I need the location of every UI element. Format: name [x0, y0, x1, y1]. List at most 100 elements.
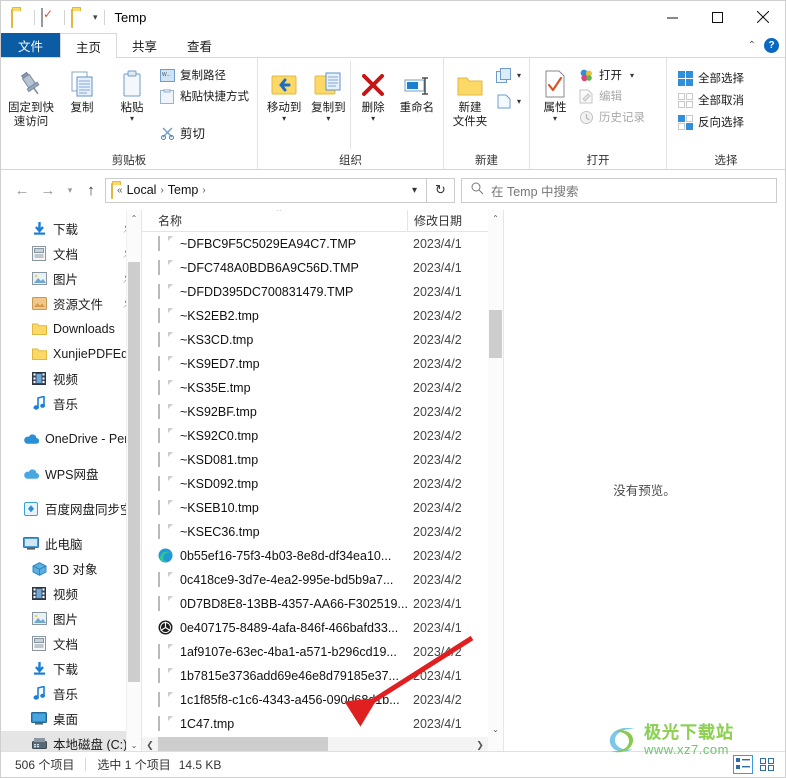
file-name-cell[interactable]: ~KS9ED7.tmp — [142, 356, 407, 372]
sidebar-item--[interactable]: 文档📌 — [1, 241, 141, 266]
table-row[interactable]: ~KS9ED7.tmp 2023/4/2 — [142, 352, 503, 376]
tab-share[interactable]: 共享 — [117, 33, 172, 57]
select-none-button[interactable]: 全部取消 — [675, 91, 748, 109]
select-all-button[interactable]: 全部选择 — [675, 69, 748, 87]
table-row[interactable]: ~DFBC9F5C5029EA94C7.TMP 2023/4/1 — [142, 232, 503, 256]
recent-locations-icon[interactable]: ▾ — [61, 176, 79, 204]
breadcrumb-overflow[interactable]: « — [117, 185, 123, 196]
sidebar-item--[interactable]: 图片 — [1, 606, 141, 631]
file-name-cell[interactable]: ~DFDD395DC700831479.TMP — [142, 284, 407, 300]
table-row[interactable]: ~KS2EB2.tmp 2023/4/2 — [142, 304, 503, 328]
rename-button[interactable]: 重命名 — [395, 61, 439, 115]
up-icon[interactable]: ↑ — [79, 176, 103, 204]
details-view-icon[interactable] — [733, 755, 753, 774]
properties-button[interactable]: 属性 ▾ — [534, 61, 576, 123]
forward-icon[interactable]: → — [35, 176, 61, 204]
tab-view[interactable]: 查看 — [172, 33, 227, 57]
chevron-down-icon[interactable]: ▾ — [130, 115, 134, 123]
tab-file[interactable]: 文件 — [1, 33, 61, 57]
sidebar-item--[interactable]: 资源文件📌 — [1, 291, 141, 316]
sidebar-item--[interactable]: 视频 — [1, 366, 141, 391]
table-row[interactable]: 1af9107e-63ec-4ba1-a571-b296cd19... 2023/… — [142, 640, 503, 664]
file-name-cell[interactable]: ~DFC748A0BDB6A9C56D.TMP — [142, 260, 407, 276]
table-row[interactable]: 0e407175-8489-4afa-846f-466bafd33... 2023… — [142, 616, 503, 640]
invert-selection-button[interactable]: 反向选择 — [675, 113, 748, 131]
column-name[interactable]: ⌃ 名称 — [142, 210, 407, 229]
breadcrumb-local[interactable]: Local — [127, 183, 157, 197]
back-icon[interactable]: ← — [9, 176, 35, 204]
sidebar-item--c-[interactable]: 本地磁盘 (C:) — [1, 731, 141, 753]
chevron-down-icon[interactable]: ▾ — [517, 97, 521, 105]
sidebar-item-downloads[interactable]: Downloads — [1, 316, 141, 341]
chevron-right-icon[interactable]: › — [202, 185, 205, 196]
navigation-scrollbar[interactable]: ⌃ ⌄ — [126, 210, 141, 753]
sidebar-item--[interactable]: 桌面 — [1, 706, 141, 731]
file-list-vscrollbar[interactable]: ⌃ ⌄ — [488, 210, 503, 753]
table-row[interactable]: ~KS92C0.tmp 2023/4/2 — [142, 424, 503, 448]
delete-button[interactable]: 删除 ▾ — [350, 61, 394, 149]
file-name-cell[interactable]: 0e407175-8489-4afa-846f-466bafd33... — [142, 620, 407, 636]
paste-button[interactable]: 粘贴 ▾ — [107, 61, 157, 123]
paste-shortcut-button[interactable]: 粘贴快捷方式 — [157, 87, 253, 105]
sidebar-item--[interactable]: 此电脑 — [1, 531, 141, 556]
sidebar-item--[interactable]: 百度网盘同步空间 — [1, 496, 141, 521]
file-name-cell[interactable]: 1b7815e3736add69e46e8d79185e37... — [142, 668, 407, 684]
file-name-cell[interactable]: ~KSEC36.tmp — [142, 524, 407, 540]
chevron-down-icon[interactable]: ▾ — [517, 71, 521, 79]
easy-access-button[interactable]: ▾ — [494, 92, 525, 110]
table-row[interactable]: 1b7815e3736add69e46e8d79185e37... 2023/4/… — [142, 664, 503, 688]
chevron-down-icon[interactable]: ▾ — [371, 115, 375, 123]
copy-button[interactable]: 复制 — [57, 61, 107, 115]
sidebar-item-3d-[interactable]: 3D 对象 — [1, 556, 141, 581]
table-row[interactable]: ~DFC748A0BDB6A9C56D.TMP 2023/4/1 — [142, 256, 503, 280]
table-row[interactable]: ~KSD092.tmp 2023/4/2 — [142, 472, 503, 496]
file-name-cell[interactable]: 1c1f85f8-c1c6-4343-a456-090d68d1b... — [142, 692, 407, 708]
chevron-down-icon[interactable]: ▾ — [93, 12, 98, 23]
sidebar-item--[interactable]: 下载 — [1, 656, 141, 681]
maximize-icon[interactable] — [695, 1, 740, 33]
file-name-cell[interactable]: 1af9107e-63ec-4ba1-a571-b296cd19... — [142, 644, 407, 660]
chevron-down-icon[interactable]: ▾ — [630, 71, 634, 79]
sidebar-item-wps-[interactable]: WPS网盘 — [1, 461, 141, 486]
file-name-cell[interactable]: ~KS2EB2.tmp — [142, 308, 407, 324]
file-name-cell[interactable]: ~DFBC9F5C5029EA94C7.TMP — [142, 236, 407, 252]
chevron-up-icon[interactable]: ⌃ — [748, 40, 756, 51]
chevron-down-icon[interactable]: ▾ — [553, 115, 557, 123]
table-row[interactable]: ~KSD081.tmp 2023/4/2 — [142, 448, 503, 472]
new-folder-button[interactable]: 新建 文件夹 — [448, 61, 492, 129]
pin-to-quick-access-button[interactable]: 固定到快 速访问 — [5, 61, 57, 129]
large-icons-view-icon[interactable] — [757, 755, 777, 774]
search-input[interactable]: 在 Temp 中搜索 — [461, 177, 777, 203]
sidebar-item--[interactable]: 下载📌 — [1, 216, 141, 241]
new-folder-icon[interactable] — [71, 8, 88, 28]
address-input[interactable]: « Local › Temp › ▾ — [105, 177, 427, 203]
sidebar-item--[interactable]: 音乐 — [1, 391, 141, 416]
chevron-up-icon[interactable]: ⌃ — [127, 210, 141, 226]
file-name-cell[interactable]: 0b55ef16-75f3-4b03-8e8d-df34ea10... — [142, 548, 407, 564]
sidebar-item-onedrive-pers[interactable]: OneDrive - Pers — [1, 426, 141, 451]
table-row[interactable]: 1C47.tmp 2023/4/1 — [142, 712, 503, 736]
sidebar-item--[interactable]: 视频 — [1, 581, 141, 606]
sidebar-item--[interactable]: 文档 — [1, 631, 141, 656]
table-row[interactable]: 0D7BD8E8-13BB-4357-AA66-F302519... 2023/4… — [142, 592, 503, 616]
file-name-cell[interactable]: ~KS92C0.tmp — [142, 428, 407, 444]
chevron-left-icon[interactable]: ❮ — [142, 740, 158, 751]
table-row[interactable]: ~KSEB10.tmp 2023/4/2 — [142, 496, 503, 520]
sidebar-item--[interactable]: 图片📌 — [1, 266, 141, 291]
sidebar-item--[interactable]: 音乐 — [1, 681, 141, 706]
open-button[interactable]: 打开 ▾ — [576, 66, 649, 84]
scrollbar-thumb[interactable] — [128, 262, 140, 682]
table-row[interactable]: ~DFDD395DC700831479.TMP 2023/4/1 — [142, 280, 503, 304]
table-row[interactable]: 0c418ce9-3d7e-4ea2-995e-bd5b9a7... 2023/4… — [142, 568, 503, 592]
scrollbar-thumb[interactable] — [489, 310, 502, 358]
table-row[interactable]: 1c1f85f8-c1c6-4343-a456-090d68d1b... 2023… — [142, 688, 503, 712]
copy-to-button[interactable]: 复制到 ▾ — [306, 61, 350, 123]
chevron-down-icon[interactable]: ⌄ — [488, 721, 503, 737]
table-row[interactable]: ~KS35E.tmp 2023/4/2 — [142, 376, 503, 400]
tab-home[interactable]: 主页 — [60, 33, 118, 58]
help-icon[interactable]: ? — [764, 38, 779, 53]
table-row[interactable]: 0b55ef16-75f3-4b03-8e8d-df34ea10... 2023/… — [142, 544, 503, 568]
file-name-cell[interactable]: 0D7BD8E8-13BB-4357-AA66-F302519... — [142, 596, 407, 612]
file-name-cell[interactable]: ~KS35E.tmp — [142, 380, 407, 396]
chevron-down-icon[interactable]: ▾ — [282, 115, 286, 123]
